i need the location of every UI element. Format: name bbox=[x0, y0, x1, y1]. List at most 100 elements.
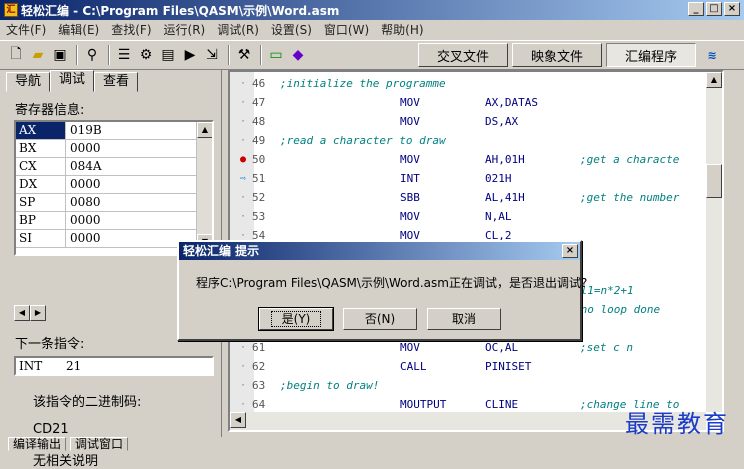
qasm-logo-icon: ≋ bbox=[707, 48, 717, 62]
register-value: 0080 bbox=[70, 195, 101, 209]
line-opcode: MOV bbox=[400, 210, 420, 223]
code-line[interactable]: · 52 SBB AL,41H ;get the number bbox=[230, 188, 706, 207]
code-line[interactable]: · 63 ;begin to draw! bbox=[230, 376, 706, 395]
tools-icon[interactable]: ⚒ bbox=[234, 45, 254, 65]
tab-map-file[interactable]: 映象文件 bbox=[512, 43, 603, 67]
register-value: 084A bbox=[70, 159, 102, 173]
cancel-button[interactable]: 取消 bbox=[427, 308, 501, 330]
help-icon[interactable]: ◆ bbox=[288, 45, 308, 65]
line-marker-icon: · bbox=[240, 380, 247, 391]
no-button[interactable]: 否(N) bbox=[343, 308, 417, 330]
line-operand: AH,01H bbox=[485, 153, 525, 166]
scroll-left-icon[interactable]: ◀ bbox=[14, 305, 30, 321]
run-icon[interactable]: ▶ bbox=[180, 45, 200, 65]
line-comment: ;begin to draw! bbox=[280, 379, 380, 392]
menu-find[interactable]: 查找(F) bbox=[111, 21, 151, 38]
code-line[interactable]: · 53 MOV N,AL bbox=[230, 207, 706, 226]
menu-debug[interactable]: 调试(R) bbox=[217, 21, 259, 38]
line-trailing-comment: ;set c n bbox=[580, 341, 633, 354]
code-line[interactable]: · 48 MOV DS,AX bbox=[230, 112, 706, 131]
binary-code-value: CD21 bbox=[33, 422, 69, 437]
register-row[interactable]: DX 0000 bbox=[16, 176, 212, 194]
menu-file[interactable]: 文件(F) bbox=[6, 21, 46, 38]
scroll-right-icon[interactable]: ▶ bbox=[30, 305, 46, 321]
open-folder-icon[interactable]: ▰ bbox=[28, 45, 48, 65]
register-value: 0000 bbox=[70, 141, 101, 155]
menu-run[interactable]: 运行(R) bbox=[164, 21, 206, 38]
register-row[interactable]: BP 0000 bbox=[16, 212, 212, 230]
line-trailing-comment: ;get a characte bbox=[580, 153, 680, 166]
step-icon[interactable]: ⇲ bbox=[202, 45, 222, 65]
register-value: 0000 bbox=[70, 177, 101, 191]
line-marker-icon: · bbox=[240, 135, 247, 146]
code-line[interactable]: · 49 ;read a character to draw bbox=[230, 131, 706, 150]
comment-icon[interactable]: ▭ bbox=[266, 45, 286, 65]
build-icon[interactable]: ▤ bbox=[158, 45, 178, 65]
registers-list[interactable]: AX 019B BX 0000 CX 084A DX 0000 SP 0080 BP 000… bbox=[14, 120, 214, 256]
line-marker-icon: · bbox=[240, 361, 247, 372]
code-line[interactable]: ⇨ 51 INT 021H bbox=[230, 169, 706, 188]
register-row[interactable]: SP 0080 bbox=[16, 194, 212, 212]
tab-view[interactable]: 查看 bbox=[94, 72, 139, 92]
line-operand: AX,DATAS bbox=[485, 96, 538, 109]
tab-cross-file[interactable]: 交叉文件 bbox=[418, 43, 509, 67]
registers-hscrollbar[interactable]: ◀ ▶ bbox=[14, 305, 54, 321]
line-operand: AL,41H bbox=[485, 191, 525, 204]
tab-asm-program[interactable]: 汇编程序 bbox=[606, 43, 697, 67]
code-scrollbar[interactable]: ▲ bbox=[706, 72, 722, 412]
scroll-up-icon[interactable]: ▲ bbox=[197, 122, 212, 138]
maximize-button[interactable]: □ bbox=[706, 2, 722, 16]
code-line[interactable]: ● 50 MOV AH,01H ;get a characte bbox=[230, 150, 706, 169]
line-opcode: MOV bbox=[400, 96, 420, 109]
registers-scrollbar[interactable]: ▲ ▼ bbox=[196, 122, 212, 254]
code-line[interactable]: · 47 MOV AX,DATAS bbox=[230, 93, 706, 112]
tab-navigation[interactable]: 导航 bbox=[6, 72, 51, 92]
line-number: 51 bbox=[252, 172, 266, 185]
tab-debug[interactable]: 调试 bbox=[50, 70, 95, 92]
code-line[interactable]: · 46 ;initialize the programme bbox=[230, 74, 706, 93]
line-number: 47 bbox=[252, 96, 266, 109]
new-file-icon[interactable]: 🗋 bbox=[6, 45, 26, 65]
document-icon[interactable]: ☰ bbox=[114, 45, 134, 65]
register-name: BX bbox=[16, 140, 66, 157]
yes-label: 是(Y) bbox=[270, 311, 322, 327]
settings-icon[interactable]: ⚙ bbox=[136, 45, 156, 65]
line-marker-icon: · bbox=[240, 97, 247, 108]
menu-window[interactable]: 窗口(W) bbox=[324, 21, 369, 38]
line-comment: ;initialize the programme bbox=[280, 77, 446, 90]
line-marker-icon: · bbox=[240, 211, 247, 222]
line-opcode: INT bbox=[400, 172, 420, 185]
register-row[interactable]: CX 084A bbox=[16, 158, 212, 176]
register-name: SP bbox=[16, 194, 66, 211]
register-row[interactable]: BX 0000 bbox=[16, 140, 212, 158]
breakpoint-icon: ● bbox=[240, 154, 247, 165]
register-name: DX bbox=[16, 176, 66, 193]
tab-compile-output[interactable]: 编译输出 bbox=[8, 437, 67, 451]
binary-code-label: 该指令的二进制码: bbox=[33, 395, 142, 410]
line-trailing-comment: ;no loop done bbox=[574, 303, 661, 316]
register-row[interactable]: AX 019B bbox=[16, 122, 212, 140]
menu-settings[interactable]: 设置(S) bbox=[271, 21, 312, 38]
scroll-up-icon[interactable]: ▲ bbox=[706, 72, 722, 88]
register-name: AX bbox=[16, 122, 66, 139]
line-trailing-comment: ;get the number bbox=[580, 191, 680, 204]
code-line[interactable]: · 62 CALL PINISET bbox=[230, 357, 706, 376]
main-window: 汇 轻松汇编 - C:\Program Files\QASM\示例\Word.a… bbox=[0, 0, 744, 469]
find-icon[interactable]: ⚲ bbox=[82, 45, 102, 65]
scroll-thumb[interactable] bbox=[706, 164, 722, 198]
toolbar: 🗋 ▰ ▣ ⚲ ☰ ⚙ ▤ ▶ ⇲ ⚒ ▭ ◆ 交叉文件 映象文件 汇编程序 ≋ bbox=[0, 40, 744, 70]
output-tabs: 编译输出 调试窗口 bbox=[0, 437, 744, 451]
minimize-button[interactable]: _ bbox=[688, 2, 704, 16]
menu-help[interactable]: 帮助(H) bbox=[381, 21, 423, 38]
line-opcode: MOV bbox=[400, 115, 420, 128]
menu-edit[interactable]: 编辑(E) bbox=[58, 21, 99, 38]
tab-debug-window[interactable]: 调试窗口 bbox=[70, 437, 129, 451]
close-button[interactable]: × bbox=[724, 2, 740, 16]
register-name: BP bbox=[16, 212, 66, 229]
scroll-left-icon[interactable]: ◀ bbox=[230, 412, 246, 428]
yes-button[interactable]: 是(Y) bbox=[258, 307, 334, 331]
save-icon[interactable]: ▣ bbox=[50, 45, 70, 65]
line-marker-icon: · bbox=[240, 192, 247, 203]
line-number: 53 bbox=[252, 210, 266, 223]
dialog-close-button[interactable]: × bbox=[562, 244, 578, 258]
